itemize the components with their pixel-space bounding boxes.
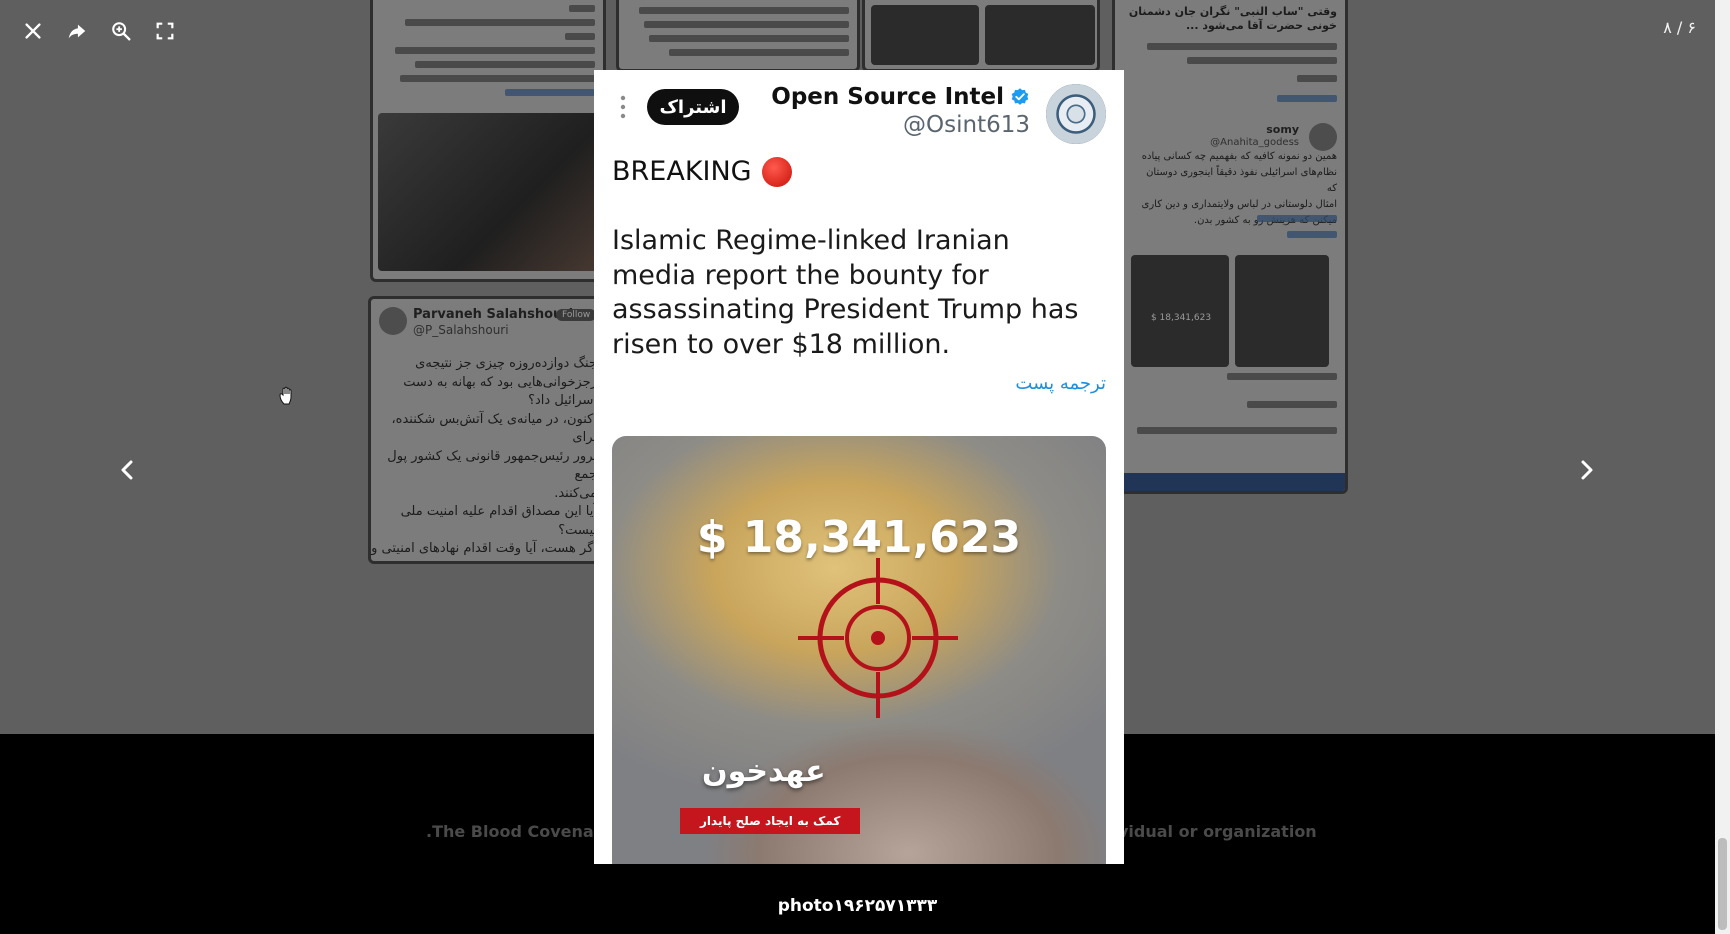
image-counter: ۸ / ۶ xyxy=(1663,18,1696,37)
post-title: وقتی "ساب النبی" نگران جان دشمنان خونی ح… xyxy=(1128,5,1337,32)
fullscreen-button[interactable] xyxy=(150,16,180,46)
lightbox-image: Open Source Intel @Osint613 اشتراک BREAK… xyxy=(594,70,1124,864)
close-icon xyxy=(25,23,41,39)
next-image-button[interactable] xyxy=(1568,452,1604,488)
crosshair-icon xyxy=(798,558,958,718)
follow-badge: Follow xyxy=(556,309,597,321)
background-post-card xyxy=(370,0,606,282)
covenant-title: عهدخون xyxy=(702,754,826,789)
scrollbar-thumb[interactable] xyxy=(1718,838,1727,930)
zoom-in-button[interactable] xyxy=(106,16,136,46)
previous-image-button[interactable] xyxy=(110,452,146,488)
subscribe-button: اشتراک xyxy=(647,89,739,125)
fullscreen-icon xyxy=(156,22,174,40)
image-lightbox: Parvaneh Salahshouri... Follow @P_Salahs… xyxy=(0,0,1730,934)
tweet-body: Islamic Regime-linked Iranian media repo… xyxy=(612,225,1079,360)
account-handle: @Osint613 xyxy=(903,112,1030,138)
image-caption: photo۱۹۶۲۵۷۱۳۳۳ xyxy=(777,896,938,916)
chevron-right-icon xyxy=(1581,460,1593,480)
more-options-icon xyxy=(620,95,626,119)
close-button[interactable] xyxy=(18,16,48,46)
post-author-handle: @Anahita_godess xyxy=(1210,137,1299,148)
background-post-card: Parvaneh Salahshouri... Follow @P_Salahs… xyxy=(368,296,608,564)
bounty-amount: $ 18,341,623 xyxy=(696,512,1022,563)
peace-banner: کمک به ایجاد صلح پایدار xyxy=(680,808,861,834)
background-post-card xyxy=(862,0,1100,72)
breaking-text: BREAKING xyxy=(612,156,752,187)
post-author-name: somy xyxy=(1266,123,1299,136)
background-post-card xyxy=(616,0,860,72)
account-name: Open Source Intel xyxy=(771,84,1004,110)
hand-cursor-icon xyxy=(279,386,292,405)
red-circle-icon xyxy=(761,156,792,187)
account-avatar xyxy=(1046,84,1106,144)
viewer-toolbar xyxy=(18,16,180,46)
translate-post-link: ترجمه پست xyxy=(1015,373,1106,394)
page-scrollbar[interactable] xyxy=(1715,0,1730,934)
zoom-in-icon xyxy=(112,22,131,41)
avatar xyxy=(1309,123,1337,151)
chevron-left-icon xyxy=(121,460,133,480)
account-name-row: Open Source Intel xyxy=(771,84,1030,110)
verified-badge-icon xyxy=(1011,88,1029,105)
thumbnail-amount: $ 18,341,623 xyxy=(1150,313,1212,323)
avatar xyxy=(379,307,407,335)
footer-text-left: .The Blood Covenant xyxy=(426,822,613,841)
post-author-handle: @P_Salahshouri xyxy=(413,323,509,337)
breaking-label: BREAKING xyxy=(612,156,792,187)
share-icon xyxy=(68,24,86,39)
tweet-media-image: $ 18,341,623 عهدخون کمک به ایجاد صلح پای… xyxy=(612,436,1106,864)
background-post-card: وقتی "ساب النبی" نگران جان دشمنان خونی ح… xyxy=(1112,0,1348,494)
footer-text-right: vidual or organization xyxy=(1118,822,1317,841)
share-button[interactable] xyxy=(62,16,92,46)
post-text: جنگ دوازده‌روزه چیزی جز نتیجه‌ی رجزخوانی… xyxy=(371,356,597,561)
